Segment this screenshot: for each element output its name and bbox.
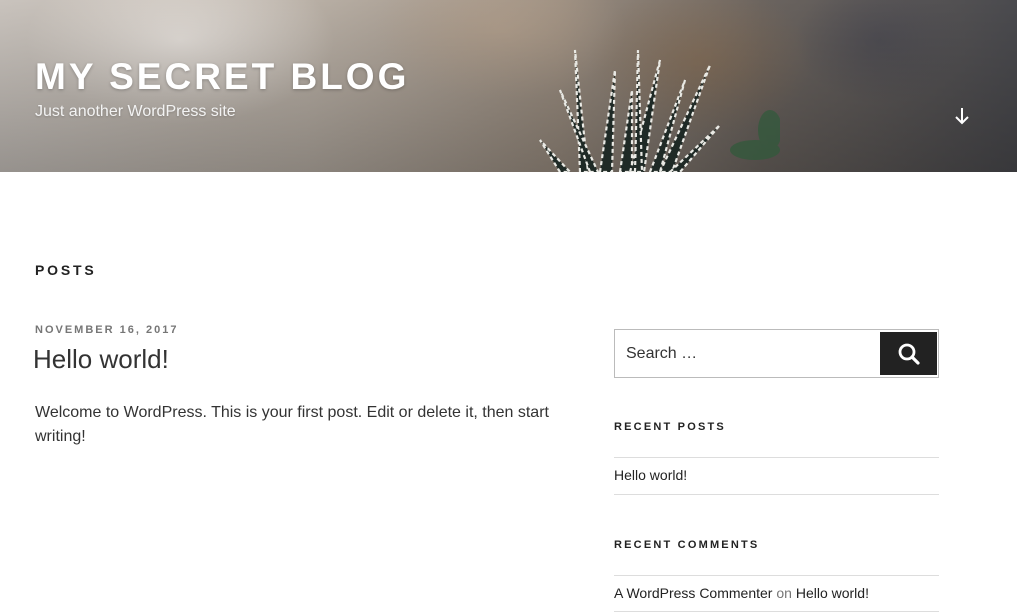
recent-comment-item: A WordPress Commenter on Hello world! [614,585,869,601]
search-icon [898,343,920,365]
divider [614,457,939,458]
recent-comments-title: RECENT COMMENTS [614,539,760,551]
divider [614,494,939,495]
search-input[interactable] [615,330,879,377]
site-tagline: Just another WordPress site [35,103,236,120]
header-plant-image [539,49,780,172]
posts-section-title: POSTS [35,262,97,278]
post-excerpt: Welcome to WordPress. This is your first… [35,404,549,445]
recent-post-link[interactable]: Hello world! [614,467,687,483]
post-date[interactable]: NOVEMBER 16, 2017 [35,324,178,336]
comment-connector: on [776,585,792,601]
site-header: MY SECRET BLOG Just another WordPress si… [0,0,1017,172]
post-title-link[interactable]: Hello world! [33,344,169,375]
search-form [614,329,939,378]
divider [614,611,939,612]
site-title[interactable]: MY SECRET BLOG [35,56,409,98]
arrow-down-icon[interactable] [950,104,974,128]
comment-post-link[interactable]: Hello world! [796,585,869,601]
comment-author-link[interactable]: A WordPress Commenter [614,585,772,601]
recent-posts-title: RECENT POSTS [614,421,726,433]
search-button[interactable] [880,332,937,375]
divider [614,575,939,576]
